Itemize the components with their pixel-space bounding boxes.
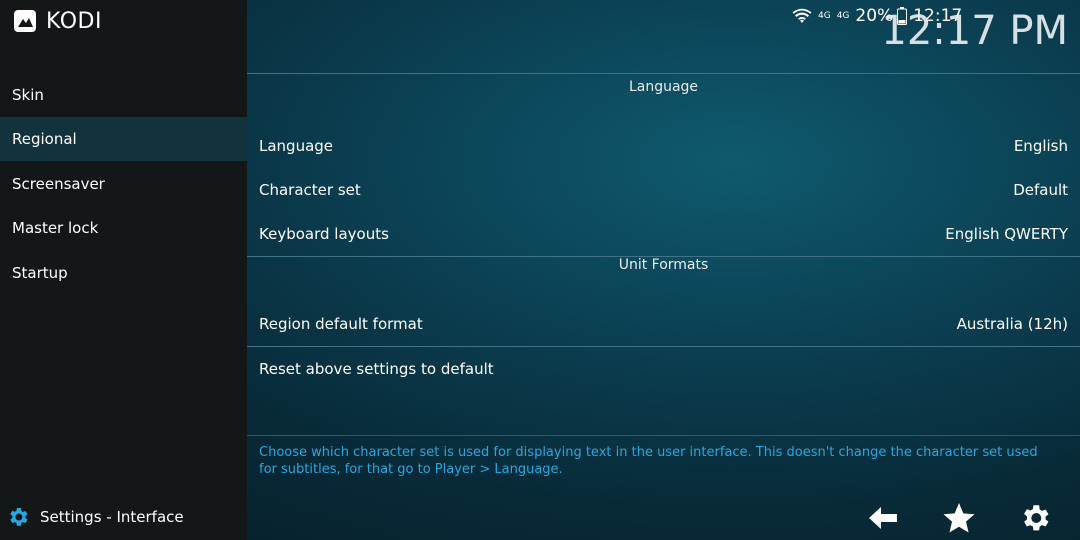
kodi-logo[interactable]: KODI — [12, 8, 102, 34]
setting-label: Language — [259, 137, 334, 155]
settings-button[interactable] — [1018, 501, 1052, 535]
star-icon — [943, 503, 975, 533]
setting-label: Keyboard layouts — [259, 225, 389, 243]
footer-breadcrumb: Settings - Interface — [6, 505, 184, 529]
sidebar-item-skin[interactable]: Skin — [0, 73, 247, 117]
section-header-unit-formats: Unit Formats — [618, 257, 709, 273]
wifi-icon — [792, 8, 812, 23]
gear-icon — [10, 508, 28, 526]
signal-indicator: 4G — [836, 10, 850, 21]
section-header-language: Language — [628, 79, 699, 95]
setting-label: Region default format — [259, 315, 423, 333]
sidebar-item-startup[interactable]: Startup — [0, 251, 247, 295]
setting-row-region-default-format[interactable]: Region default format Australia (12h) — [247, 302, 1080, 346]
favourites-button[interactable] — [942, 501, 976, 535]
kodi-logo-icon — [14, 10, 36, 32]
setting-row-language[interactable]: Language English — [247, 124, 1080, 168]
setting-value: Australia (12h) — [956, 315, 1068, 333]
divider — [247, 73, 1080, 74]
setting-value: English QWERTY — [945, 225, 1068, 243]
sidebar-item-master-lock[interactable]: Master lock — [0, 206, 247, 250]
logo-text: KODI — [46, 8, 102, 34]
sidebar-item-label: Master lock — [12, 219, 99, 237]
setting-label: Character set — [259, 181, 361, 199]
footer-title: Settings - Interface — [40, 508, 184, 526]
sidebar-item-label: Startup — [12, 264, 68, 282]
reset-label: Reset above settings to default — [259, 360, 494, 378]
sidebar-item-screensaver[interactable]: Screensaver — [0, 162, 247, 206]
setting-value: Default — [1013, 181, 1068, 199]
sidebar-item-label: Regional — [12, 130, 77, 148]
back-arrow-icon — [869, 507, 897, 529]
back-button[interactable] — [866, 501, 900, 535]
help-text: Choose which character set is used for d… — [259, 445, 1038, 477]
divider — [247, 435, 1080, 436]
reset-settings-button[interactable]: Reset above settings to default — [247, 347, 1080, 391]
setting-row-character-set[interactable]: Character set Default — [247, 168, 1080, 212]
network-indicator: 4G — [818, 10, 831, 21]
sidebar-item-label: Screensaver — [12, 175, 105, 193]
sidebar: KODI Skin Regional Screensaver Master lo… — [0, 0, 247, 540]
sidebar-item-regional[interactable]: Regional — [0, 117, 247, 161]
clock: 12:17 PM — [881, 8, 1068, 54]
sidebar-item-label: Skin — [12, 86, 44, 104]
setting-value: English — [1013, 137, 1068, 155]
settings-gear-icon — [1024, 505, 1049, 531]
setting-row-keyboard-layouts[interactable]: Keyboard layouts English QWERTY — [247, 212, 1080, 256]
